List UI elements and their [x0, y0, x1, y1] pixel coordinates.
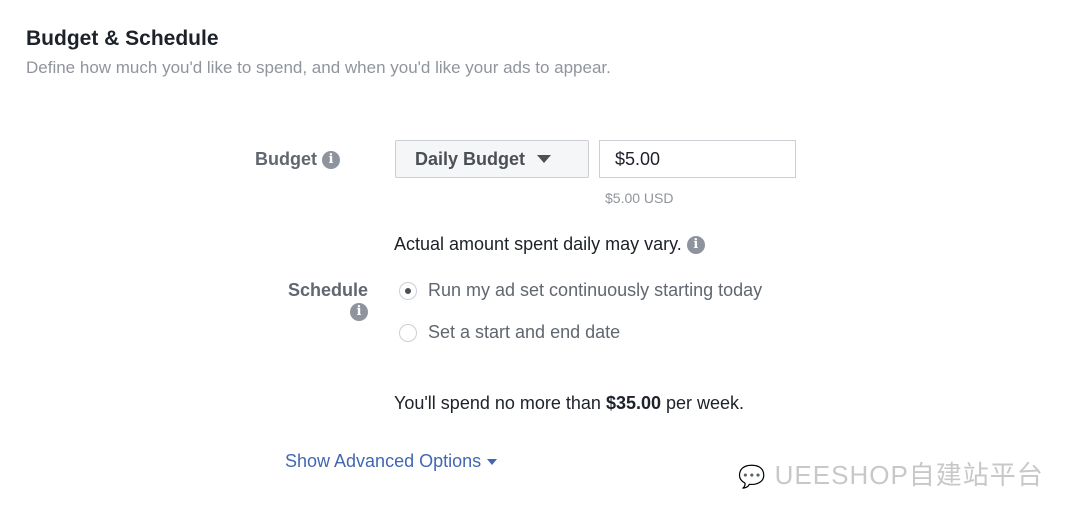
- watermark: 💬 UEESHOP自建站平台: [738, 455, 1044, 492]
- summary-suffix: per week.: [666, 393, 745, 413]
- watermark-text: UEESHOP自建站平台: [774, 460, 1044, 490]
- schedule-option-label: Set a start and end date: [428, 322, 621, 342]
- schedule-label-text: Schedule: [287, 280, 368, 300]
- budget-type-value: Daily Budget: [415, 148, 526, 169]
- budget-label: Budget i: [240, 149, 340, 170]
- section-title: Budget & Schedule: [26, 27, 219, 50]
- radio-unselected[interactable]: [399, 323, 417, 342]
- schedule-option-dates[interactable]: Set a start and end date: [399, 322, 620, 343]
- info-icon[interactable]: i: [322, 151, 340, 170]
- advanced-label: Show Advanced Options: [285, 451, 482, 471]
- summary-prefix: You'll spend no more than: [394, 393, 601, 413]
- wechat-icon: 💬: [738, 464, 767, 489]
- budget-label-text: Budget: [254, 149, 317, 169]
- budget-converted: $5.00 USD: [605, 190, 674, 206]
- caret-down-icon: [487, 459, 498, 466]
- budget-note-text: Actual amount spent daily may vary.: [394, 234, 682, 254]
- budget-note: Actual amount spent daily may vary. i: [394, 234, 705, 255]
- budget-amount-input[interactable]: [599, 140, 796, 178]
- schedule-option-continuous[interactable]: Run my ad set continuously starting toda…: [399, 280, 762, 301]
- schedule-option-label: Run my ad set continuously starting toda…: [428, 280, 763, 300]
- caret-down-icon: [537, 155, 552, 163]
- radio-dot: [405, 287, 411, 294]
- summary-amount: $35.00: [605, 393, 661, 413]
- budget-type-dropdown[interactable]: Daily Budget: [395, 140, 589, 178]
- info-icon[interactable]: i: [686, 236, 705, 255]
- weekly-spend-summary: You'll spend no more than $35.00 per wee…: [394, 393, 744, 414]
- show-advanced-options-link[interactable]: Show Advanced Options: [285, 451, 498, 472]
- schedule-label: Schedule i: [268, 280, 368, 322]
- radio-selected[interactable]: [399, 281, 417, 300]
- section-subtitle: Define how much you'd like to spend, and…: [26, 58, 611, 77]
- info-icon[interactable]: i: [350, 303, 368, 322]
